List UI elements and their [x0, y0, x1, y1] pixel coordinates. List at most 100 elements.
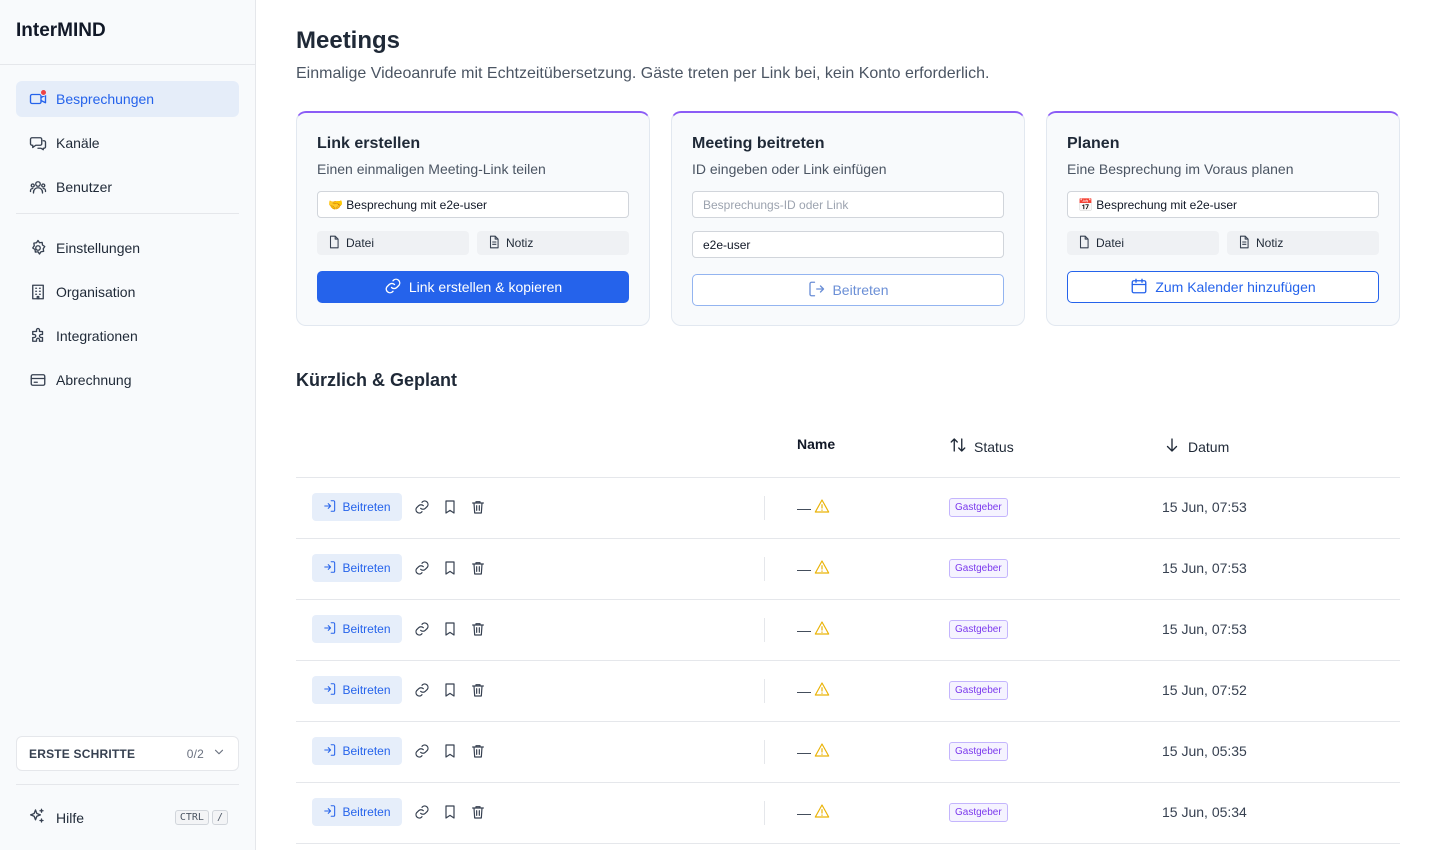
meeting-date: 15 Jun, 07:53 — [1162, 499, 1247, 515]
link-icon[interactable] — [414, 560, 430, 576]
onboarding-progress: 0/2 — [186, 746, 204, 761]
attach-file-label: Datei — [346, 236, 375, 250]
bookmark-icon[interactable] — [442, 621, 458, 637]
warning-icon — [811, 559, 830, 578]
recent-section-title: Kürzlich & Geplant — [296, 370, 458, 390]
page-title: Meetings — [296, 27, 401, 54]
card-subtitle: ID eingeben oder Link einfügen — [692, 161, 887, 177]
sidebar-item-besprechungen[interactable]: Besprechungen — [16, 81, 239, 117]
sidebar-nav: Besprechungen Kanäle Benutzer Einstellun… — [0, 65, 255, 398]
attach-file-button[interactable]: Datei — [1067, 231, 1219, 255]
link-icon[interactable] — [414, 682, 430, 698]
sort-icon — [949, 436, 974, 457]
meeting-name: — — [797, 499, 811, 516]
column-name[interactable]: Name — [797, 436, 835, 452]
link-icon[interactable] — [414, 804, 430, 820]
meeting-date: 15 Jun, 07:53 — [1162, 621, 1247, 637]
trash-icon[interactable] — [470, 682, 486, 698]
join-button[interactable]: Beitreten — [692, 274, 1004, 306]
attach-note-button[interactable]: Notiz — [477, 231, 629, 255]
bookmark-icon[interactable] — [442, 560, 458, 576]
enter-icon — [323, 804, 342, 821]
row-join-button[interactable]: Beitreten — [312, 493, 402, 521]
enter-icon — [323, 743, 342, 760]
attachments-row: Datei Notiz — [317, 231, 629, 255]
help-button[interactable]: Hilfe CTRL / — [28, 807, 228, 828]
sidebar-item-einstellungen[interactable]: Einstellungen — [16, 230, 239, 266]
display-name-input[interactable]: e2e-user — [692, 231, 1004, 258]
column-divider — [764, 496, 765, 520]
meeting-id-input[interactable]: Besprechungs-ID oder Link — [692, 191, 1004, 218]
table-row: Beitreten — Gastgeber 15 Jun, 07:53 — [296, 478, 1400, 539]
attach-file-button[interactable]: Datei — [317, 231, 469, 255]
sidebar-divider — [16, 213, 239, 214]
trash-icon[interactable] — [470, 743, 486, 759]
chat-bubbles-icon — [28, 133, 48, 153]
trash-icon[interactable] — [470, 804, 486, 820]
sidebar-item-label: Einstellungen — [56, 240, 141, 256]
page-subtitle: Einmalige Videoanrufe mit Echtzeitüberse… — [296, 65, 990, 82]
row-join-button[interactable]: Beitreten — [312, 554, 402, 582]
join-meeting-card: Meeting beitreten ID eingeben oder Link … — [671, 111, 1025, 326]
row-join-button[interactable]: Beitreten — [312, 615, 402, 643]
sidebar-item-integrationen[interactable]: Integrationen — [16, 318, 239, 354]
status-badge: Gastgeber — [949, 681, 1008, 700]
meeting-name-cell: — — [797, 620, 830, 639]
kbd-key: / — [211, 810, 228, 825]
schedule-name-input[interactable]: 📅 Besprechung mit e2e-user — [1067, 191, 1379, 218]
row-join-button[interactable]: Beitreten — [312, 676, 402, 704]
column-divider — [764, 679, 765, 703]
onboarding-toggle[interactable]: ERSTE SCHRITTE 0/2 — [16, 736, 239, 771]
create-copy-link-button[interactable]: Link erstellen & kopieren — [317, 271, 629, 303]
warning-icon — [811, 620, 830, 639]
meeting-date: 15 Jun, 07:52 — [1162, 682, 1247, 698]
column-divider — [764, 801, 765, 825]
meeting-name: — — [797, 621, 811, 638]
sidebar: InterMIND Besprechungen Kanäle Benutzer — [0, 0, 256, 850]
attach-note-label: Notiz — [506, 236, 534, 250]
main-content: Meetings Einmalige Videoanrufe mit Echtz… — [296, 0, 1400, 850]
note-icon — [487, 235, 506, 252]
bookmark-icon[interactable] — [442, 499, 458, 515]
puzzle-icon — [28, 326, 48, 346]
link-icon[interactable] — [414, 621, 430, 637]
file-icon — [1077, 235, 1096, 252]
bookmark-icon[interactable] — [442, 804, 458, 820]
chevron-down-icon — [212, 745, 226, 762]
column-divider — [764, 740, 765, 764]
enter-icon — [323, 560, 342, 577]
link-icon[interactable] — [414, 743, 430, 759]
trash-icon[interactable] — [470, 499, 486, 515]
row-join-label: Beitreten — [342, 500, 391, 514]
bookmark-icon[interactable] — [442, 682, 458, 698]
bookmark-icon[interactable] — [442, 743, 458, 759]
column-date[interactable]: Datum — [1163, 436, 1229, 457]
column-divider — [764, 557, 765, 581]
sidebar-item-label: Kanäle — [56, 135, 100, 151]
row-join-button[interactable]: Beitreten — [312, 798, 402, 826]
keyboard-shortcut: CTRL / — [174, 810, 228, 825]
sidebar-item-kanaele[interactable]: Kanäle — [16, 125, 239, 161]
button-label: Zum Kalender hinzufügen — [1155, 279, 1316, 295]
enter-icon — [323, 682, 342, 699]
meeting-date: 15 Jun, 07:53 — [1162, 560, 1247, 576]
status-badge: Gastgeber — [949, 498, 1008, 517]
meeting-name-input[interactable]: 🤝 Besprechung mit e2e-user — [317, 191, 629, 218]
sort-desc-icon — [1163, 436, 1188, 457]
link-icon[interactable] — [414, 499, 430, 515]
sidebar-item-organisation[interactable]: Organisation — [16, 274, 239, 310]
sidebar-item-benutzer[interactable]: Benutzer — [16, 169, 239, 205]
trash-icon[interactable] — [470, 560, 486, 576]
notification-dot — [40, 89, 47, 96]
attach-note-button[interactable]: Notiz — [1227, 231, 1379, 255]
meeting-date: 15 Jun, 05:34 — [1162, 804, 1247, 820]
row-join-label: Beitreten — [342, 683, 391, 697]
attach-file-label: Datei — [1096, 236, 1125, 250]
add-to-calendar-button[interactable]: Zum Kalender hinzufügen — [1067, 271, 1379, 303]
sidebar-item-abrechnung[interactable]: Abrechnung — [16, 362, 239, 398]
trash-icon[interactable] — [470, 621, 486, 637]
row-join-button[interactable]: Beitreten — [312, 737, 402, 765]
table-row: Beitreten — Gastgeber 15 Jun, 05:35 — [296, 722, 1400, 783]
action-cards: Link erstellen Einen einmaligen Meeting-… — [296, 111, 1400, 326]
column-status[interactable]: Status — [949, 436, 1014, 457]
